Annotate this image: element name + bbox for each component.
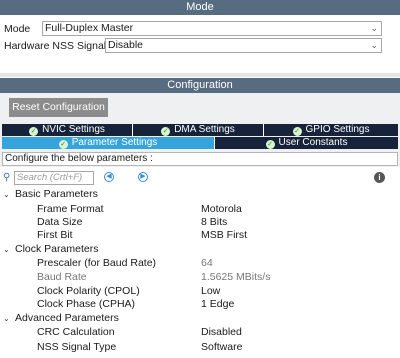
chevron-left-icon[interactable]: ◀ bbox=[104, 172, 114, 182]
group-label: Clock Parameters bbox=[15, 243, 99, 255]
param-frame-format: Frame Format bbox=[37, 203, 104, 215]
group-advanced-parameters[interactable]: ⌄ Advanced Parameters bbox=[3, 312, 119, 324]
configuration-header: Configuration bbox=[0, 78, 400, 93]
chevron-down-icon: ⌄ bbox=[3, 314, 10, 323]
param-clock-phase: Clock Phase (CPHA) bbox=[37, 298, 136, 310]
value-clock-phase[interactable]: 1 Edge bbox=[201, 298, 234, 310]
chevron-down-icon: ⌄ bbox=[370, 23, 378, 33]
check-icon: ✓ bbox=[265, 140, 275, 149]
tab-label: DMA Settings bbox=[174, 124, 235, 135]
check-icon: ✓ bbox=[29, 127, 39, 136]
tab-dma-settings[interactable]: ✓ DMA Settings bbox=[133, 124, 264, 136]
chevron-right-icon[interactable]: ▶ bbox=[138, 172, 148, 182]
tab-user-constants[interactable]: ✓ User Constants bbox=[215, 137, 398, 149]
group-clock-parameters[interactable]: ⌄ Clock Parameters bbox=[3, 243, 98, 255]
param-nss-signal-type: NSS Signal Type bbox=[37, 341, 117, 353]
value-data-size[interactable]: 8 Bits bbox=[201, 216, 227, 228]
check-icon: ✓ bbox=[58, 140, 68, 149]
mode-select-value: Full-Duplex Master bbox=[45, 22, 134, 34]
mode-select[interactable]: Full-Duplex Master ⌄ bbox=[42, 21, 382, 36]
tab-label: User Constants bbox=[278, 137, 348, 148]
search-input[interactable]: Search (Crtl+F) bbox=[14, 171, 94, 185]
value-clock-polarity[interactable]: Low bbox=[201, 285, 220, 297]
nss-select[interactable]: Disable ⌄ bbox=[105, 38, 382, 53]
group-basic-parameters[interactable]: ⌄ Basic Parameters bbox=[3, 188, 98, 200]
param-baud-rate: Baud Rate bbox=[37, 271, 87, 283]
group-label: Basic Parameters bbox=[15, 188, 98, 200]
nss-field-row: Hardware NSS Signal Disable ⌄ bbox=[0, 38, 400, 54]
check-icon: ✓ bbox=[292, 127, 302, 136]
mode-header: Mode bbox=[0, 0, 400, 15]
value-nss-signal-type[interactable]: Software bbox=[201, 341, 242, 353]
parameters-description: Configure the below parameters : bbox=[2, 152, 398, 166]
reset-configuration-button[interactable]: Reset Configuration bbox=[9, 98, 108, 117]
info-icon[interactable]: i bbox=[374, 172, 385, 183]
param-clock-polarity: Clock Polarity (CPOL) bbox=[37, 285, 140, 297]
group-label: Advanced Parameters bbox=[15, 312, 119, 324]
value-crc-calculation[interactable]: Disabled bbox=[201, 326, 242, 338]
tab-nvic-settings[interactable]: ✓ NVIC Settings bbox=[2, 124, 133, 136]
value-first-bit[interactable]: MSB First bbox=[201, 229, 247, 241]
chevron-down-icon: ⌄ bbox=[3, 190, 10, 199]
nss-select-value: Disable bbox=[108, 39, 144, 51]
param-first-bit: First Bit bbox=[37, 229, 73, 241]
chevron-down-icon: ⌄ bbox=[370, 40, 378, 50]
mode-field-row: Mode Full-Duplex Master ⌄ bbox=[0, 21, 400, 37]
value-prescaler[interactable]: 64 bbox=[201, 257, 213, 269]
param-crc-calculation: CRC Calculation bbox=[37, 326, 115, 338]
divider bbox=[0, 73, 400, 77]
param-prescaler: Prescaler (for Baud Rate) bbox=[37, 257, 157, 269]
param-data-size: Data Size bbox=[37, 216, 83, 228]
tab-label: GPIO Settings bbox=[305, 124, 370, 135]
mode-label: Mode bbox=[4, 23, 31, 35]
check-icon: ✓ bbox=[161, 127, 171, 136]
tab-gpio-settings[interactable]: ✓ GPIO Settings bbox=[264, 124, 398, 136]
tab-label: Parameter Settings bbox=[71, 137, 158, 148]
value-frame-format[interactable]: Motorola bbox=[201, 203, 242, 215]
nss-label: Hardware NSS Signal bbox=[4, 40, 107, 52]
tab-label: NVIC Settings bbox=[42, 124, 105, 135]
tab-parameter-settings[interactable]: ✓ Parameter Settings bbox=[2, 137, 215, 149]
value-baud-rate: 1.5625 MBits/s bbox=[201, 271, 271, 283]
search-icon: ⚲ bbox=[3, 172, 11, 183]
chevron-down-icon: ⌄ bbox=[3, 245, 10, 254]
